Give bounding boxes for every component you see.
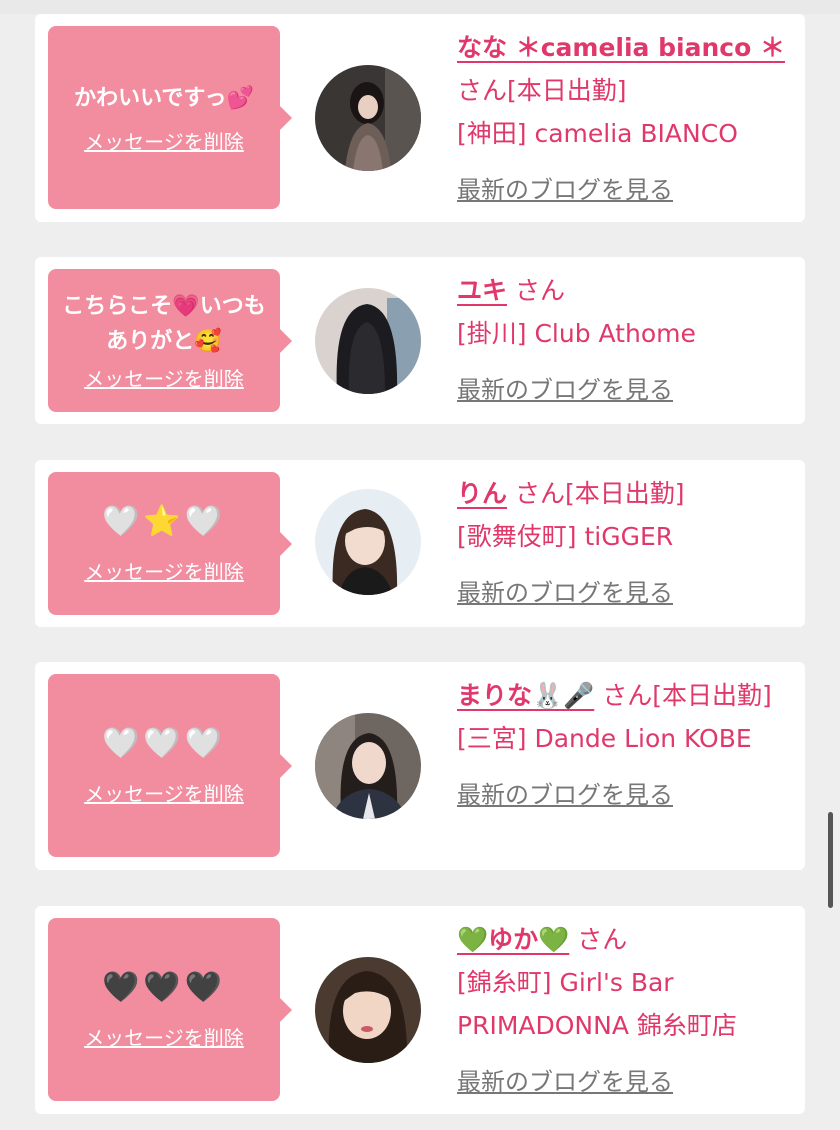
cast-name-link[interactable]: なな ＊camelia bianco ＊ [457,33,785,62]
cast-name-link[interactable]: まりな🐰🎤 [457,681,594,710]
message-card: 🖤🖤🖤 メッセージを削除 💚ゆか💚 さん [錦糸町] Girl's Bar PR… [35,906,805,1114]
delete-message-link[interactable]: メッセージを削除 [84,1022,244,1051]
avatar-photo [315,713,421,819]
avatar-photo [315,288,421,394]
latest-blog-link[interactable]: 最新のブログを見る [457,169,673,212]
shop-name: [三宮] Dande Lion KOBE [457,724,752,753]
scrollbar[interactable] [828,812,833,908]
cast-status: さん[本日出勤] [602,681,772,710]
cast-name-link[interactable]: ユキ [457,276,507,305]
cast-status: さん[本日出勤] [514,479,685,508]
avatar[interactable] [315,489,421,595]
avatar[interactable] [315,288,421,394]
avatar-photo [315,957,421,1063]
message-text: かわいいですっ💕 [74,85,254,111]
message-bubble: かわいいですっ💕 メッセージを削除 [48,26,292,209]
cast-status: さん [577,925,628,954]
cast-name-link[interactable]: 💚ゆか💚 [457,925,569,954]
delete-message-link[interactable]: メッセージを削除 [84,126,244,155]
latest-blog-link[interactable]: 最新のブログを見る [457,369,673,412]
message-card: 🤍🤍🤍 メッセージを削除 まりな🐰🎤 さん[本日出勤] [三宮] Dande L… [35,662,805,870]
message-bubble: 🤍⭐🤍 メッセージを削除 [48,472,292,615]
message-text: こちらこそ💗いつもありがと🥰 [62,294,266,354]
message-bubble: 🤍🤍🤍 メッセージを削除 [48,674,292,857]
cast-info: 💚ゆか💚 さん [錦糸町] Girl's Bar PRIMADONNA 錦糸町店… [457,918,793,1104]
shop-name: [神田] camelia BIANCO [457,119,738,148]
shop-name: [錦糸町] Girl's Bar PRIMADONNA 錦糸町店 [457,968,737,1040]
message-bubble: こちらこそ💗いつもありがと🥰 メッセージを削除 [48,269,292,412]
latest-blog-link[interactable]: 最新のブログを見る [457,572,673,615]
delete-message-link[interactable]: メッセージを削除 [84,556,244,585]
avatar[interactable] [315,957,421,1063]
cast-status: さん [514,276,565,305]
avatar[interactable] [315,713,421,819]
cast-info: りん さん[本日出勤] [歌舞伎町] tiGGER 最新のブログを見る [457,472,793,615]
avatar-photo [315,65,421,171]
top-strip [0,0,840,14]
delete-message-link[interactable]: メッセージを削除 [84,778,244,807]
latest-blog-link[interactable]: 最新のブログを見る [457,774,673,817]
message-text: 🖤🖤🖤 [101,970,227,1005]
cast-info: ユキ さん [掛川] Club Athome 最新のブログを見る [457,269,793,412]
message-card: かわいいですっ💕 メッセージを削除 なな ＊camelia bianco ＊ さ… [35,14,805,222]
avatar-photo [315,489,421,595]
delete-message-link[interactable]: メッセージを削除 [84,363,244,392]
message-card: こちらこそ💗いつもありがと🥰 メッセージを削除 ユキ さん [掛川] Club … [35,257,805,424]
cast-info: なな ＊camelia bianco ＊ さん[本日出勤] [神田] camel… [457,26,793,212]
cast-info: まりな🐰🎤 さん[本日出勤] [三宮] Dande Lion KOBE 最新のブ… [457,674,793,817]
message-card: 🤍⭐🤍 メッセージを削除 りん さん[本日出勤] [歌舞伎町] tiGGER 最… [35,460,805,627]
latest-blog-link[interactable]: 最新のブログを見る [457,1061,673,1104]
avatar[interactable] [315,65,421,171]
message-text: 🤍🤍🤍 [101,726,227,761]
cast-status: さん[本日出勤] [457,76,627,105]
message-text: 🤍⭐🤍 [101,504,227,539]
shop-name: [歌舞伎町] tiGGER [457,522,674,551]
cast-name-link[interactable]: りん [457,479,507,508]
message-bubble: 🖤🖤🖤 メッセージを削除 [48,918,292,1101]
shop-name: [掛川] Club Athome [457,319,696,348]
